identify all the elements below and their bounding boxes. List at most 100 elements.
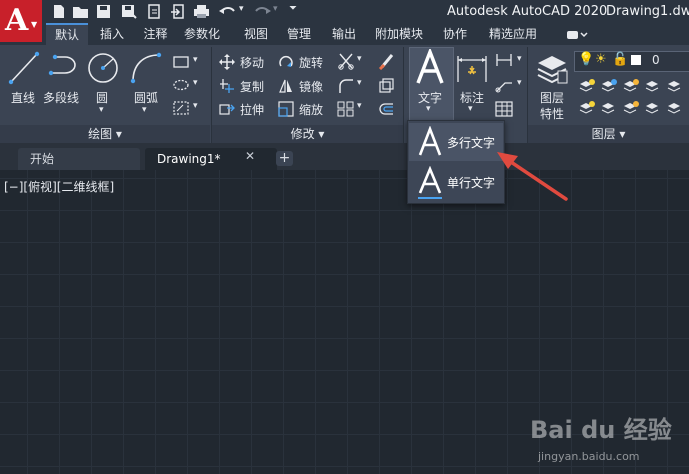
tab-default[interactable]: 默认 [46,23,88,46]
sun-icon[interactable]: ☀ [595,52,607,67]
tab-drawing1[interactable]: Drawing1* [145,148,277,170]
array-dropdown-icon[interactable]: ▾ [357,101,362,111]
open-web-icon[interactable] [146,4,163,19]
dimension-dropdown-icon[interactable]: ▾ [468,104,473,114]
table-icon[interactable] [495,101,513,117]
watermark-url: jingyan.baidu.com [538,450,640,463]
layers-panel-title-text: 图层 [591,127,616,141]
scale-icon[interactable] [278,101,294,117]
copy-icon[interactable] [219,78,235,94]
stretch-icon[interactable] [219,101,235,117]
layer-properties-icon[interactable] [535,51,569,85]
fillet-icon[interactable] [337,77,355,95]
application-title: Autodesk AutoCAD 2020 [447,4,608,19]
layer-color-swatch[interactable] [631,55,641,65]
watermark-brand: Bai du 经验 [530,416,672,444]
draw-panel-title[interactable]: 绘图 ▾ [0,125,210,143]
circle-tool-label[interactable]: 圆 [96,89,108,106]
hatch-dropdown-icon[interactable]: ▾ [193,101,198,111]
hatch-icon[interactable] [173,101,189,115]
ellipse-icon[interactable] [173,78,189,92]
baidu-watermark: Bai du 经验 jingyan.baidu.com [530,410,685,470]
undo-dropdown-icon[interactable]: ▾ [239,4,244,14]
tab-start[interactable]: 开始 [18,148,140,170]
autocad-logo: A [5,3,29,38]
arc-icon[interactable] [129,51,163,85]
circle-dropdown-icon[interactable]: ▾ [99,105,104,115]
line-icon[interactable] [8,51,40,85]
new-tab-button[interactable]: + [276,151,293,166]
customize-qat-icon[interactable]: ⏷ [289,3,297,14]
viewport-controls[interactable]: [−][俯视][二维线框] [4,178,114,195]
arc-tool-label[interactable]: 圆弧 [134,89,158,106]
open-folder-icon[interactable] [72,4,89,19]
modify-panel-title-text: 修改 [290,127,315,141]
move-label[interactable]: 移动 [240,54,264,71]
line-tool-label[interactable]: 直线 [11,89,35,106]
new-file-icon[interactable] [50,4,67,19]
ellipse-dropdown-icon[interactable]: ▾ [193,78,198,88]
single-text-icon [418,166,442,199]
save-icon[interactable] [95,4,112,19]
save-as-icon[interactable] [120,4,137,19]
move-icon[interactable] [219,54,235,70]
trim-dropdown-icon[interactable]: ▾ [357,54,362,64]
polyline-tool-label[interactable]: 多段线 [43,89,79,106]
tab-collaborate[interactable]: 协作 [437,25,473,44]
tab-insert[interactable]: 插入 [92,25,132,44]
linear-dim-icon[interactable] [495,52,513,68]
mtext-icon [418,126,442,156]
tab-addins[interactable]: 附加模块 [370,25,428,44]
redo-icon[interactable] [252,4,272,19]
application-menu-button[interactable]: A ▼ [0,0,42,42]
tab-output[interactable]: 输出 [324,25,364,44]
tab-parametric[interactable]: 参数化 [177,25,227,44]
leader-icon[interactable] [495,77,513,93]
array-icon[interactable] [337,101,355,117]
trim-icon[interactable] [337,52,355,70]
linear-dim-dropdown-icon[interactable]: ▾ [517,54,522,64]
plot-icon[interactable] [193,4,210,19]
dimension-icon[interactable] [455,52,489,86]
rectangle-dropdown-icon[interactable]: ▾ [193,55,198,65]
offset-icon[interactable] [377,101,395,117]
draw-panel-title-text: 绘图 [88,127,113,141]
circle-icon[interactable] [86,51,120,85]
annotation-arrow-icon [497,152,568,201]
rectangle-icon[interactable] [173,55,189,69]
stretch-label[interactable]: 拉伸 [240,101,264,118]
mirror-icon[interactable] [278,78,294,94]
text-a-icon [416,49,444,84]
rotate-label[interactable]: 旋转 [299,54,323,71]
tab-featured-apps[interactable]: 精选应用 [481,25,545,44]
fillet-dropdown-icon[interactable]: ▾ [357,78,362,88]
close-tab-icon[interactable]: ✕ [245,149,255,163]
layer-tools-icons[interactable] [578,78,688,118]
copy-label[interactable]: 复制 [240,78,264,95]
arc-dropdown-icon[interactable]: ▾ [142,105,147,115]
undo-icon[interactable] [218,4,238,19]
polyline-icon[interactable] [47,51,81,85]
drawing-file-name: Drawing1.dwg [606,4,689,19]
explode-icon[interactable] [377,77,395,95]
text-dropdown-icon[interactable]: ▾ [426,104,431,114]
redo-dropdown-icon[interactable]: ▾ [273,4,278,14]
tab-manage[interactable]: 管理 [279,25,319,44]
layer-properties-label-1[interactable]: 图层 [540,89,564,106]
leader-dropdown-icon[interactable]: ▾ [517,78,522,88]
ribbon-minimize-icon[interactable] [566,29,588,41]
save-to-web-icon[interactable] [170,4,187,19]
layer-properties-label-2[interactable]: 特性 [540,105,564,122]
unlock-icon[interactable]: 🔓 [612,52,628,67]
tab-annotate[interactable]: 注释 [137,25,174,44]
panel-divider [403,47,404,143]
rotate-icon[interactable] [278,54,294,70]
tab-view[interactable]: 视图 [235,25,277,44]
mirror-label[interactable]: 镜像 [299,78,323,95]
scale-label[interactable]: 缩放 [299,101,323,118]
modify-panel-title[interactable]: 修改 ▾ [212,125,403,143]
current-layer-value: 0 [652,53,660,67]
chevron-down-icon: ▼ [31,20,38,29]
lightbulb-icon[interactable]: 💡 [578,52,594,67]
erase-icon[interactable] [377,52,395,70]
